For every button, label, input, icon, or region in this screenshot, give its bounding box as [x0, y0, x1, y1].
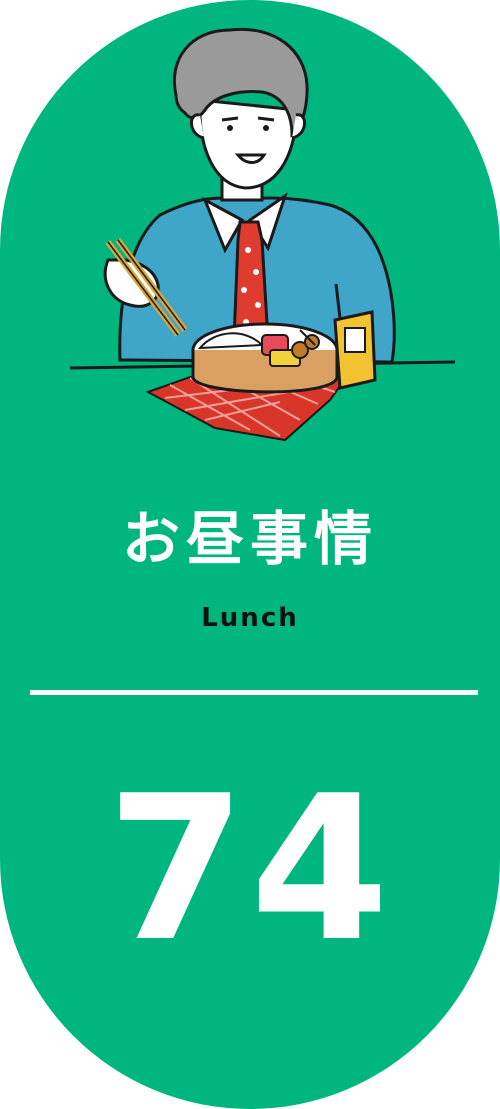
card-number: 74: [106, 753, 394, 986]
person-eating-bento-illustration: [69, 27, 456, 442]
divider: [30, 690, 478, 695]
card-title: お昼事情: [121, 505, 378, 573]
card-subtitle: Lunch: [201, 603, 299, 633]
lunch-card: お昼事情 Lunch 74: [0, 0, 500, 1109]
